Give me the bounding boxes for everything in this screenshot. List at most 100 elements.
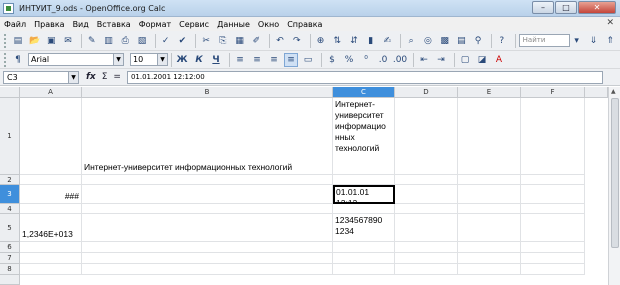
spellcheck-icon[interactable]: ✓ [159,34,173,48]
column-header-extra[interactable] [585,87,608,98]
cell-c8[interactable] [333,264,395,275]
print-icon[interactable]: ⎙ [118,34,132,48]
vertical-scrollbar[interactable]: ▲ [608,87,620,285]
cell-a3[interactable]: ### [20,185,82,204]
cell-b1[interactable]: Интернет-университет информационных техн… [82,98,333,175]
menu-data[interactable]: Данные [213,20,254,29]
cell-c7[interactable] [333,253,395,264]
add-decimal-icon[interactable]: .0 [376,53,390,67]
cell-e1[interactable] [458,98,521,175]
cell-a4[interactable] [20,204,82,214]
menu-file[interactable]: Файл [0,20,30,29]
cell-b6[interactable] [82,242,333,253]
cell-b7[interactable] [82,253,333,264]
font-name-select[interactable]: Arial ▼ [28,53,124,66]
row-header-9[interactable] [0,275,20,285]
find-previous-icon[interactable]: ⇑ [603,34,617,48]
underline-icon[interactable]: Ч [209,53,223,67]
cell-d1[interactable] [395,98,458,175]
undo-icon[interactable]: ↶ [273,34,287,48]
cell-d8[interactable] [395,264,458,275]
row-header-1[interactable]: 1 [0,98,20,175]
zoom-icon[interactable]: ⚲ [471,34,485,48]
navigator-icon[interactable]: ◎ [421,34,435,48]
cell-c5[interactable]: 1234567890 1234 [333,214,395,242]
cell-f4[interactable] [521,204,585,214]
cell-a7[interactable] [20,253,82,264]
page-preview-icon[interactable]: ▧ [135,34,149,48]
cell-e2[interactable] [458,175,521,185]
font-size-select[interactable]: 10 ▼ [130,53,168,66]
column-header-b[interactable]: B [82,87,333,98]
currency-format-icon[interactable]: $ [325,53,339,67]
column-header-f[interactable]: F [521,87,585,98]
select-all-corner[interactable] [0,87,20,98]
scroll-up-icon[interactable]: ▲ [611,88,616,95]
hyperlink-icon[interactable]: ⊕ [314,34,328,48]
new-document-icon[interactable]: ▤ [11,34,25,48]
cell-f8[interactable] [521,264,585,275]
close-document-icon[interactable]: ✕ [606,18,614,28]
cell-e3[interactable] [458,185,521,204]
cell-a8[interactable] [20,264,82,275]
cell-e6[interactable] [458,242,521,253]
row-header-4[interactable]: 4 [0,204,20,214]
cell-f2[interactable] [521,175,585,185]
format-paintbrush-icon[interactable]: ✐ [249,34,263,48]
decrease-indent-icon[interactable]: ⇤ [417,53,431,67]
chevron-down-icon[interactable]: ▼ [157,54,167,65]
align-right-icon[interactable]: ≡ [267,53,281,67]
edit-file-icon[interactable]: ✎ [85,34,99,48]
function-wizard-icon[interactable]: fx [86,72,96,82]
spreadsheet-grid[interactable]: A B C D E F 1 2 3 4 5 6 7 8 Интернет-уни… [0,87,620,285]
standard-format-icon[interactable]: ⁰ [359,53,373,67]
find-dropdown-icon[interactable]: ▾ [570,34,584,48]
align-justify-icon[interactable]: ≡ [284,52,298,67]
cell-c3-active[interactable]: 01.01.01 12:12 [333,185,395,204]
chart-icon[interactable]: ▮ [364,34,378,48]
align-left-icon[interactable]: ≡ [233,53,247,67]
cell-d4[interactable] [395,204,458,214]
menu-insert[interactable]: Вставка [93,20,135,29]
sort-ascending-icon[interactable]: ⇅ [330,34,344,48]
paste-icon[interactable]: ▦ [233,34,247,48]
maximize-button[interactable]: □ [555,1,577,14]
row-header-5[interactable]: 5 [0,214,20,242]
cell-d2[interactable] [395,175,458,185]
cell-e4[interactable] [458,204,521,214]
menu-view[interactable]: Вид [69,20,93,29]
export-pdf-icon[interactable]: ▥ [102,34,116,48]
cell-a6[interactable] [20,242,82,253]
sum-icon[interactable]: Σ [102,72,108,82]
delete-decimal-icon[interactable]: .00 [393,53,407,67]
cell-d5[interactable] [395,214,458,242]
cell-f1[interactable] [521,98,585,175]
find-input[interactable]: Найти [518,34,570,47]
chevron-down-icon[interactable]: ▼ [113,54,123,65]
scrollbar-thumb[interactable] [611,98,619,248]
save-icon[interactable]: ▣ [44,34,58,48]
column-header-c[interactable]: C [333,87,395,98]
menu-tools[interactable]: Сервис [175,20,213,29]
row-header-7[interactable]: 7 [0,253,20,264]
gallery-icon[interactable]: ▩ [438,34,452,48]
formula-input[interactable]: 01.01.2001 12:12:00 [126,70,603,84]
chevron-down-icon[interactable]: ▼ [68,71,78,83]
redo-icon[interactable]: ↷ [290,34,304,48]
column-header-e[interactable]: E [458,87,521,98]
name-box[interactable]: C3 ▼ [3,70,79,84]
cell-b3[interactable] [82,185,333,204]
row-header-6[interactable]: 6 [0,242,20,253]
font-color-icon[interactable]: A [492,53,506,67]
cell-a1[interactable] [20,98,82,175]
menu-window[interactable]: Окно [254,20,283,29]
menu-help[interactable]: Справка [283,20,326,29]
merge-cells-icon[interactable]: ▭ [301,53,315,67]
row-header-2[interactable]: 2 [0,175,20,185]
borders-icon[interactable]: ▢ [458,53,472,67]
menu-edit[interactable]: Правка [30,20,68,29]
row-header-8[interactable]: 8 [0,264,20,275]
bold-icon[interactable]: Ж [175,53,189,67]
cell-f5[interactable] [521,214,585,242]
cell-d7[interactable] [395,253,458,264]
